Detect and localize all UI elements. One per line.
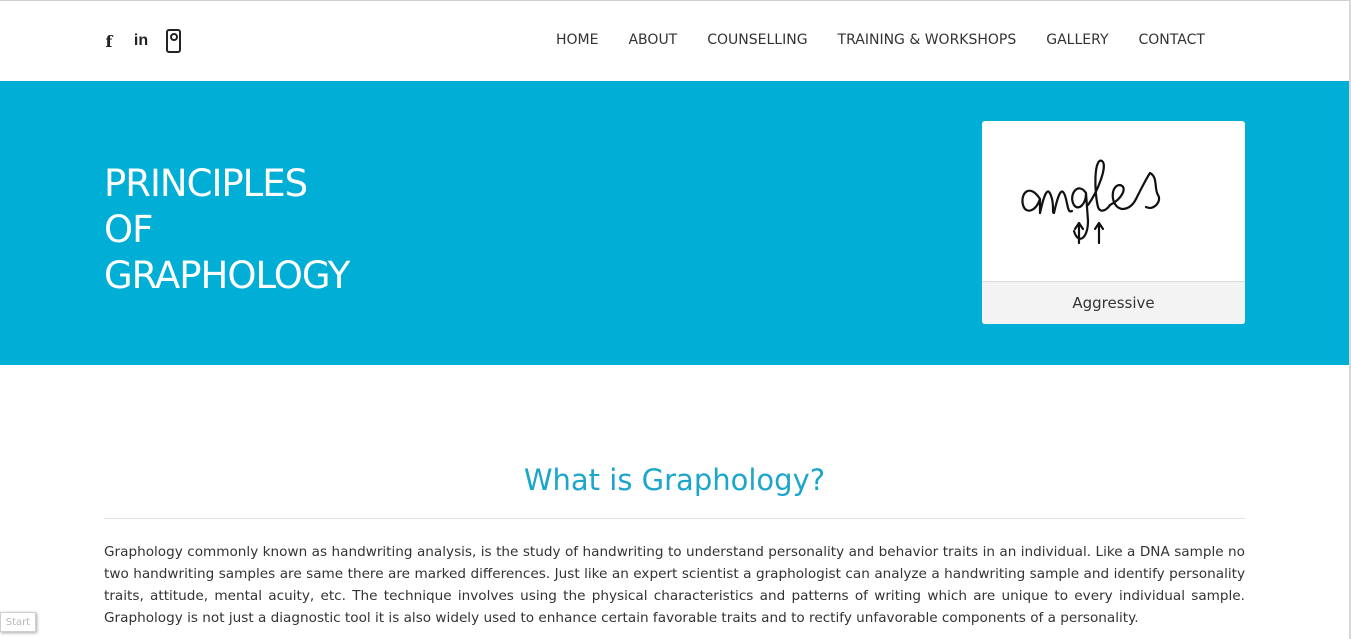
nav-counselling[interactable]: COUNSELLING	[707, 32, 807, 48]
page-title: PRINCIPLES OF GRAPHOLOGY	[104, 161, 350, 299]
nav-contact[interactable]: CONTACT	[1139, 32, 1205, 48]
nav-about[interactable]: ABOUT	[628, 32, 677, 48]
page-title-line: GRAPHOLOGY	[104, 254, 350, 297]
page-title-line: OF	[104, 208, 153, 251]
page-title-line: PRINCIPLES	[104, 162, 308, 205]
start-button[interactable]: Start	[0, 612, 36, 632]
handwriting-sample-image	[1021, 159, 1161, 245]
instagram-icon[interactable]	[165, 29, 181, 53]
social-links: f in	[103, 29, 181, 53]
main-nav: HOME ABOUT COUNSELLING TRAINING & WORKSH…	[556, 32, 1205, 48]
section-body-text: Graphology commonly known as handwriting…	[104, 544, 1245, 626]
facebook-icon[interactable]: f	[103, 31, 115, 51]
section-heading: What is Graphology?	[523, 463, 826, 497]
hero-banner: PRINCIPLES OF GRAPHOLOGY Aggressive	[0, 81, 1349, 365]
card-caption: Aggressive	[982, 281, 1245, 324]
section-divider	[104, 518, 1245, 519]
header: f in HOME ABOUT COUNSELLING TRAINING & W…	[0, 0, 1351, 81]
nav-home[interactable]: HOME	[556, 32, 598, 48]
nav-training-workshops[interactable]: TRAINING & WORKSHOPS	[838, 32, 1017, 48]
nav-gallery[interactable]: GALLERY	[1046, 32, 1108, 48]
handwriting-sample-card[interactable]: Aggressive	[982, 121, 1245, 324]
linkedin-icon[interactable]: in	[132, 31, 150, 51]
